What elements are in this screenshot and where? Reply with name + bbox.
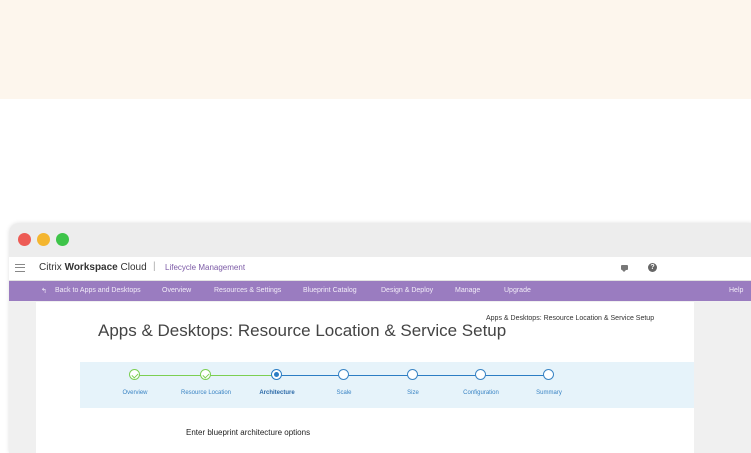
step-label-summary[interactable]: Summary: [536, 390, 562, 396]
nav-resources-settings[interactable]: Resources & Settings: [214, 287, 281, 294]
nav-help[interactable]: Help: [729, 287, 743, 294]
step-scale-circle-icon[interactable]: [338, 369, 349, 380]
main-content: Apps & Desktops: Resource Location & Ser…: [36, 302, 694, 453]
chat-icon[interactable]: [621, 265, 628, 272]
step-overview-check-icon[interactable]: [129, 369, 140, 380]
section-heading: Enter blueprint architecture options: [186, 428, 311, 437]
close-window-icon[interactable]: [18, 233, 31, 246]
brand-strong: Workspace: [64, 262, 118, 273]
step-summary-circle-icon[interactable]: [543, 369, 554, 380]
app-header: Citrix Workspace Cloud | Lifecycle Manag…: [9, 257, 751, 281]
top-banner-area: [0, 0, 751, 99]
wizard-stepper: Overview Resource Location Architecture …: [80, 362, 694, 408]
nav-upgrade[interactable]: Upgrade: [504, 287, 531, 294]
hamburger-icon[interactable]: [15, 264, 25, 272]
nav-manage[interactable]: Manage: [455, 287, 480, 294]
step-label-architecture[interactable]: Architecture: [259, 390, 294, 396]
maximize-window-icon[interactable]: [56, 233, 69, 246]
step-label-size[interactable]: Size: [407, 390, 419, 396]
step-resource-location-check-icon[interactable]: [200, 369, 211, 380]
step-label-scale[interactable]: Scale: [336, 390, 351, 396]
page-title: Apps & Desktops: Resource Location & Ser…: [98, 321, 507, 340]
step-label-resource-location[interactable]: Resource Location: [181, 390, 231, 396]
back-arrow-icon[interactable]: ↰: [41, 287, 47, 295]
nav-design-deploy[interactable]: Design & Deploy: [381, 287, 433, 294]
nav-blueprint-catalog[interactable]: Blueprint Catalog: [303, 287, 357, 294]
brand-separator: |: [153, 261, 156, 272]
step-configuration-circle-icon[interactable]: [475, 369, 486, 380]
help-icon[interactable]: ?: [648, 263, 657, 272]
app-subtitle: Lifecycle Management: [165, 263, 246, 272]
main-nav: ↰ Back to Apps and Desktops Overview Res…: [9, 281, 751, 301]
step-label-overview[interactable]: Overview: [122, 390, 147, 396]
window-titlebar: [9, 223, 751, 257]
breadcrumb: Apps & Desktops: Resource Location & Ser…: [486, 315, 655, 322]
step-label-configuration[interactable]: Configuration: [463, 390, 499, 396]
brand-suffix: Cloud: [117, 262, 147, 273]
brand-prefix: Citrix: [39, 262, 65, 273]
step-size-circle-icon[interactable]: [407, 369, 418, 380]
browser-window: Citrix Workspace Cloud | Lifecycle Manag…: [9, 223, 751, 453]
nav-overview[interactable]: Overview: [162, 287, 191, 294]
product-brand: Citrix Workspace Cloud: [39, 262, 147, 273]
nav-back-to-apps[interactable]: Back to Apps and Desktops: [55, 287, 141, 294]
step-architecture-current-icon[interactable]: [271, 369, 282, 380]
minimize-window-icon[interactable]: [37, 233, 50, 246]
